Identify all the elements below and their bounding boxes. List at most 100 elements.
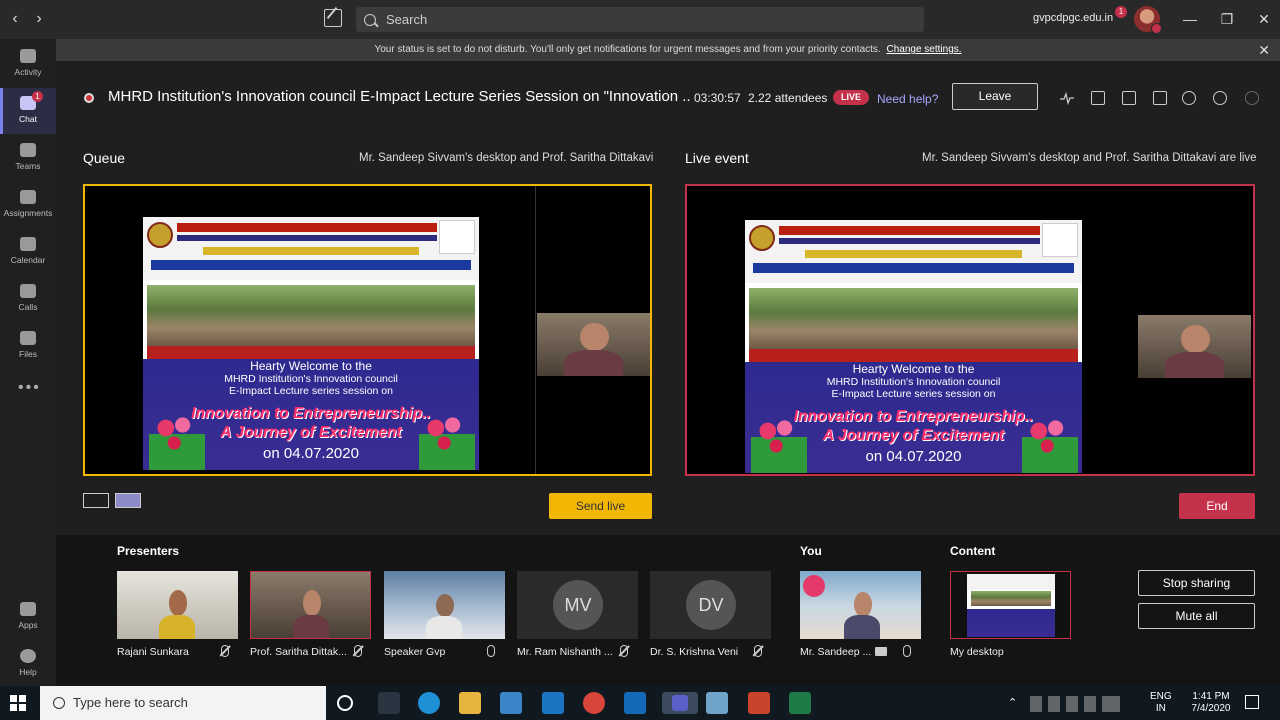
meeting-title: MHRD Institution's Innovation council E-…: [108, 88, 690, 105]
presenter-tile[interactable]: [250, 571, 371, 639]
excel-icon[interactable]: [789, 692, 811, 714]
welcome-line: Hearty Welcome to the: [250, 358, 372, 373]
bell-icon: [20, 49, 36, 63]
rail-item-assignments[interactable]: Assignments: [0, 182, 56, 228]
qna-icon[interactable]: [1091, 91, 1105, 105]
edge-icon[interactable]: [418, 692, 440, 714]
change-settings-link[interactable]: Change settings.: [886, 44, 961, 55]
mic-icon[interactable]: [903, 645, 911, 657]
rail-item-calls[interactable]: Calls: [0, 276, 56, 322]
slide-program: [805, 250, 1022, 258]
presenter-video: [537, 313, 650, 376]
rail-item-files[interactable]: Files: [0, 323, 56, 369]
cortana-icon[interactable]: [337, 695, 353, 711]
camera-icon[interactable]: [875, 647, 887, 656]
queue-stage[interactable]: Hearty Welcome to the MHRD Institution's…: [83, 184, 652, 476]
content-tile[interactable]: [950, 571, 1071, 639]
presenter-video: [828, 583, 896, 639]
rail-item-activity[interactable]: Activity: [0, 41, 56, 87]
presenter-tile[interactable]: [384, 571, 505, 639]
rail-label: Activity: [14, 67, 42, 77]
notepad-icon[interactable]: [706, 692, 728, 714]
clock[interactable]: 1:41 PM 7/4/2020: [1186, 691, 1236, 715]
rail-item-help[interactable]: Help: [0, 641, 56, 687]
back-arrow-icon[interactable]: ‹: [3, 10, 27, 28]
presenter-tile[interactable]: MV: [517, 571, 638, 639]
college-logo: [749, 225, 775, 251]
end-button[interactable]: End: [1179, 493, 1255, 519]
minimize-button[interactable]: —: [1180, 11, 1200, 27]
send-live-button[interactable]: Send live: [549, 493, 652, 519]
recording-icon: [84, 93, 94, 103]
teams-taskbar-icon[interactable]: [662, 692, 698, 714]
college-logo: [147, 222, 173, 248]
profile-avatar[interactable]: [1134, 6, 1162, 34]
rail-item-chat[interactable]: 1 Chat: [0, 88, 56, 134]
notification-center-icon[interactable]: [1245, 695, 1259, 709]
welcome-line: MHRD Institution's Innovation council: [224, 372, 398, 385]
rail-item-apps[interactable]: Apps: [0, 594, 56, 640]
flowers-image: [419, 410, 475, 470]
need-help-link[interactable]: Need help?: [877, 92, 938, 106]
slide-college-name: [177, 223, 437, 232]
rail-label: Calendar: [10, 255, 46, 265]
welcome-line: E-Impact Lecture series session on: [831, 387, 996, 400]
presenter-tile[interactable]: [117, 571, 238, 639]
layout-side-by-side-thumbnail[interactable]: [115, 493, 141, 508]
gear-icon[interactable]: [1213, 91, 1227, 105]
compose-icon[interactable]: [324, 9, 342, 27]
search-bar[interactable]: Search: [356, 7, 924, 32]
health-icon[interactable]: [1060, 91, 1074, 106]
queue-slide: Hearty Welcome to the MHRD Institution's…: [143, 217, 479, 470]
people-icon[interactable]: [1182, 91, 1196, 105]
live-caption: Mr. Sandeep Sivvam's desktop and Prof. S…: [922, 152, 1257, 164]
notes-icon[interactable]: [1122, 91, 1136, 105]
presenter-face: [302, 589, 321, 616]
layout-single-thumbnail[interactable]: [83, 493, 109, 508]
outlook-icon[interactable]: [624, 692, 646, 714]
rail-label: Apps: [18, 620, 38, 630]
rail-item-calendar[interactable]: Calendar: [0, 229, 56, 275]
presenter-initials: DV: [686, 580, 736, 630]
store-icon[interactable]: [500, 692, 522, 714]
title-bar: ‹ › Search gvpcdpgc.edu.in 1 — ❐ ✕: [0, 0, 1280, 39]
queue-caption: Mr. Sandeep Sivvam's desktop and Prof. S…: [359, 152, 654, 164]
close-icon[interactable]: ✕: [1258, 39, 1270, 61]
chat-icon[interactable]: [1153, 91, 1167, 105]
chrome-icon[interactable]: [583, 692, 605, 714]
leave-button[interactable]: Leave: [952, 83, 1038, 110]
presenter-body: [292, 614, 330, 638]
mail-icon[interactable]: [542, 692, 564, 714]
tray-overflow-icon[interactable]: ⌃: [1008, 697, 1017, 709]
presenter-body: [425, 616, 463, 639]
tenant-switcher[interactable]: gvpcdpgc.edu.in: [1033, 12, 1113, 24]
content-label: Content: [950, 544, 996, 558]
campus-photo: [147, 285, 475, 347]
forward-arrow-icon[interactable]: ›: [27, 10, 51, 28]
task-view-icon[interactable]: [378, 692, 400, 714]
more-apps-icon[interactable]: •••: [18, 379, 41, 397]
system-tray-icons[interactable]: [1030, 696, 1120, 712]
assignments-icon: [20, 190, 36, 204]
slide-department: [151, 260, 471, 270]
you-tile[interactable]: [800, 571, 921, 639]
language-indicator[interactable]: ENG IN: [1150, 691, 1172, 715]
clock-time: 1:41 PM: [1192, 691, 1230, 702]
taskbar-search[interactable]: Type here to search: [40, 686, 326, 720]
mute-all-button[interactable]: Mute all: [1138, 603, 1255, 629]
presenter-name: Rajani Sunkara: [117, 646, 189, 658]
windows-start-icon[interactable]: [10, 695, 26, 711]
mic-muted-icon: [754, 645, 762, 657]
info-icon[interactable]: [1245, 91, 1259, 105]
close-button[interactable]: ✕: [1254, 11, 1274, 28]
stop-sharing-button[interactable]: Stop sharing: [1138, 570, 1255, 596]
live-slide: Hearty Welcome to the MHRD Institution's…: [745, 220, 1082, 473]
slide-body: [967, 609, 1055, 637]
rail-label: Files: [19, 349, 37, 359]
restore-button[interactable]: ❐: [1217, 11, 1237, 28]
presenter-tile[interactable]: DV: [650, 571, 771, 639]
presenter-video: [1138, 315, 1251, 378]
file-explorer-icon[interactable]: [459, 692, 481, 714]
rail-item-teams[interactable]: Teams: [0, 135, 56, 181]
powerpoint-icon[interactable]: [748, 692, 770, 714]
